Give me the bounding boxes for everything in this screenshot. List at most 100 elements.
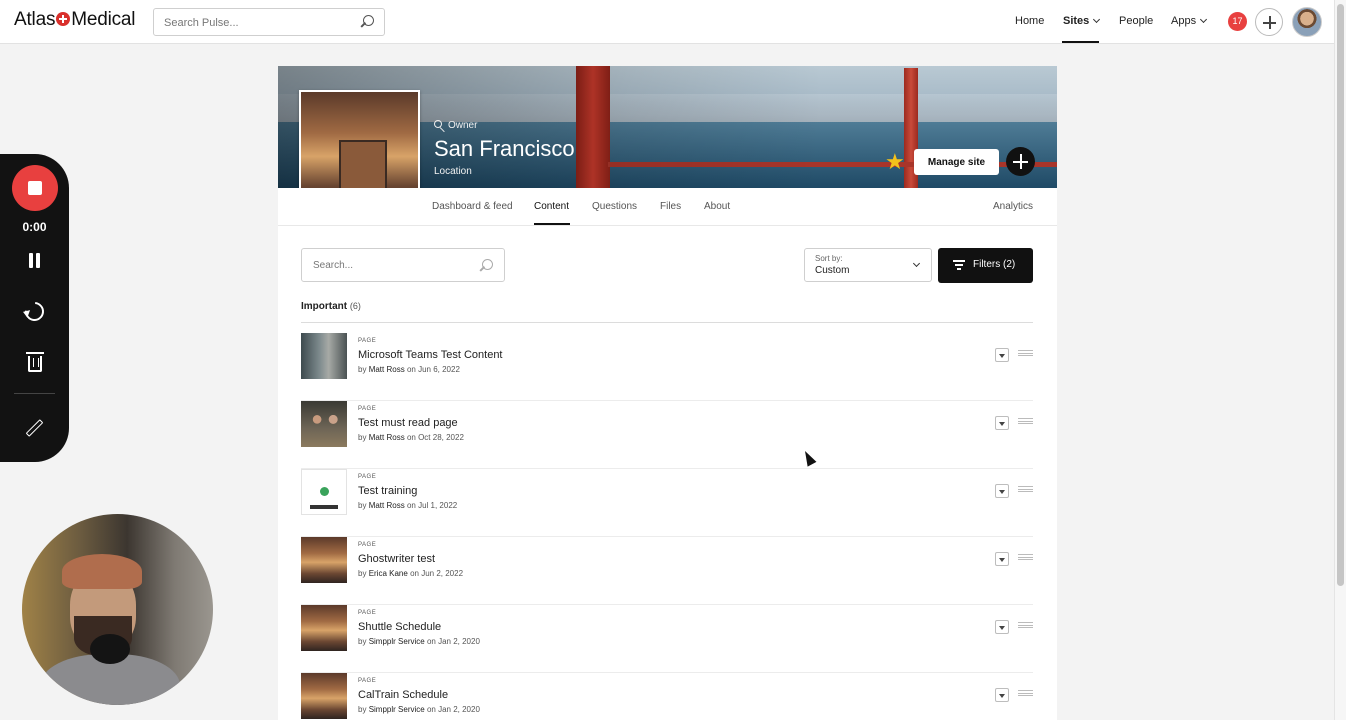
drag-handle-icon[interactable] xyxy=(1018,554,1033,560)
item-menu-dropdown-icon[interactable] xyxy=(995,484,1009,498)
content-title-link[interactable]: Test training xyxy=(358,485,417,497)
brand-logo[interactable]: Atlas Medical xyxy=(14,9,136,31)
meta-by: by xyxy=(358,705,367,714)
content-title-link[interactable]: Ghostwriter test xyxy=(358,553,435,565)
add-content-plus-icon[interactable] xyxy=(1006,147,1035,176)
content-title-link[interactable]: Shuttle Schedule xyxy=(358,621,441,633)
nav-people[interactable]: People xyxy=(1119,15,1153,27)
content-list-item[interactable]: PAGE Ghostwriter test by Erica Kane on J… xyxy=(301,537,1033,605)
site-category: Location xyxy=(434,166,472,177)
sort-value: Custom xyxy=(815,265,850,276)
tab-files[interactable]: Files xyxy=(660,201,681,212)
search-icon[interactable] xyxy=(479,259,493,273)
content-meta: by Erica Kane on Jun 2, 2022 xyxy=(358,569,463,578)
content-author-link[interactable]: Simpplr Service xyxy=(369,705,425,714)
meta-on: on xyxy=(406,365,416,374)
content-list-item[interactable]: PAGE CalTrain Schedule by Simpplr Servic… xyxy=(301,673,1033,720)
search-icon[interactable] xyxy=(360,15,374,29)
meta-by: by xyxy=(358,569,367,578)
screen-recorder-controls: 0:00 xyxy=(0,154,69,462)
global-search-box xyxy=(153,8,385,36)
manage-site-button[interactable]: Manage site xyxy=(914,149,999,175)
pencil-icon[interactable] xyxy=(25,419,44,437)
filters-button[interactable]: Filters (2) xyxy=(938,248,1033,283)
content-title-link[interactable]: Microsoft Teams Test Content xyxy=(358,349,503,361)
site-tabs: Dashboard & feed Content Questions Files… xyxy=(278,188,1057,226)
tab-analytics[interactable]: Analytics xyxy=(993,201,1033,212)
content-meta: by Simpplr Service on Jan 2, 2020 xyxy=(358,637,480,646)
drag-handle-icon[interactable] xyxy=(1018,486,1033,492)
chevron-down-icon xyxy=(1200,15,1208,24)
content-list-item[interactable]: PAGE Shuttle Schedule by Simpplr Service… xyxy=(301,605,1033,673)
user-avatar[interactable] xyxy=(1292,7,1322,37)
content-author-link[interactable]: Matt Ross xyxy=(369,433,405,442)
content-type-label: PAGE xyxy=(358,474,377,480)
content-type-label: PAGE xyxy=(358,338,377,344)
content-title-link[interactable]: Test must read page xyxy=(358,417,458,429)
content-type-label: PAGE xyxy=(358,406,377,412)
content-author-link[interactable]: Matt Ross xyxy=(369,501,405,510)
nav-home[interactable]: Home xyxy=(1015,15,1044,27)
item-menu-dropdown-icon[interactable] xyxy=(995,620,1009,634)
trash-icon[interactable] xyxy=(26,352,44,372)
content-thumbnail xyxy=(301,673,347,719)
content-date: Jul 1, 2022 xyxy=(418,501,458,510)
scrollbar-thumb[interactable] xyxy=(1337,4,1344,586)
active-tab-indicator xyxy=(534,223,570,225)
favorite-star-icon[interactable]: ★ xyxy=(885,151,907,173)
content-meta: by Matt Ross on Jun 6, 2022 xyxy=(358,365,460,374)
filters-label: Filters (2) xyxy=(973,259,1016,270)
tab-questions[interactable]: Questions xyxy=(592,201,637,212)
sort-dropdown[interactable]: Sort by: Custom xyxy=(804,248,932,282)
drag-handle-icon[interactable] xyxy=(1018,418,1033,424)
content-list-item[interactable]: PAGE Test must read page by Matt Ross on… xyxy=(301,401,1033,469)
content-date: Jun 6, 2022 xyxy=(418,365,460,374)
drag-handle-icon[interactable] xyxy=(1018,622,1033,628)
brand-name-part2: Medical xyxy=(71,9,136,30)
drag-handle-icon[interactable] xyxy=(1018,690,1033,696)
tab-content[interactable]: Content xyxy=(534,201,569,212)
item-menu-dropdown-icon[interactable] xyxy=(995,688,1009,702)
item-menu-dropdown-icon[interactable] xyxy=(995,416,1009,430)
section-title: Important xyxy=(301,301,348,312)
content-author-link[interactable]: Erica Kane xyxy=(369,569,408,578)
item-menu-dropdown-icon[interactable] xyxy=(995,552,1009,566)
nav-sites-label: Sites xyxy=(1063,15,1090,27)
site-role: Owner xyxy=(434,120,477,131)
chevron-down-icon xyxy=(1093,15,1101,24)
create-plus-icon[interactable] xyxy=(1255,8,1283,36)
pause-icon[interactable] xyxy=(28,253,42,268)
content-meta: by Matt Ross on Jul 1, 2022 xyxy=(358,501,457,510)
section-heading: Important (6) xyxy=(301,301,361,312)
content-list-item[interactable]: PAGE Microsoft Teams Test Content by Mat… xyxy=(301,333,1033,401)
content-date: Jan 2, 2020 xyxy=(438,637,480,646)
content-type-label: PAGE xyxy=(358,610,377,616)
content-type-label: PAGE xyxy=(358,542,377,548)
global-search-input[interactable] xyxy=(164,14,349,31)
drag-handle-icon[interactable] xyxy=(1018,350,1033,356)
content-author-link[interactable]: Simpplr Service xyxy=(369,637,425,646)
stop-recording-button[interactable] xyxy=(12,165,58,211)
content-meta: by Matt Ross on Oct 28, 2022 xyxy=(358,433,464,442)
nav-sites[interactable]: Sites xyxy=(1063,15,1101,27)
tab-dashboard-feed[interactable]: Dashboard & feed xyxy=(432,201,513,212)
content-author-link[interactable]: Matt Ross xyxy=(369,365,405,374)
content-thumbnail xyxy=(301,537,347,583)
filter-icon xyxy=(953,260,965,270)
top-navigation-bar: Atlas Medical Home Sites People Apps 17 xyxy=(0,0,1334,44)
recorder-divider xyxy=(14,393,55,394)
notification-badge[interactable]: 17 xyxy=(1228,12,1247,31)
content-thumbnail xyxy=(301,605,347,651)
meta-by: by xyxy=(358,433,367,442)
item-menu-dropdown-icon[interactable] xyxy=(995,348,1009,362)
content-search-input[interactable] xyxy=(313,258,473,273)
restart-icon[interactable] xyxy=(21,298,48,325)
content-list-item[interactable]: PAGE Test training by Matt Ross on Jul 1… xyxy=(301,469,1033,537)
meta-on: on xyxy=(406,501,416,510)
content-title-link[interactable]: CalTrain Schedule xyxy=(358,689,448,701)
webcam-bubble[interactable] xyxy=(22,514,213,705)
section-count: (6) xyxy=(349,301,361,311)
content-meta: by Simpplr Service on Jan 2, 2020 xyxy=(358,705,480,714)
tab-about[interactable]: About xyxy=(704,201,730,212)
nav-apps[interactable]: Apps xyxy=(1171,15,1208,27)
